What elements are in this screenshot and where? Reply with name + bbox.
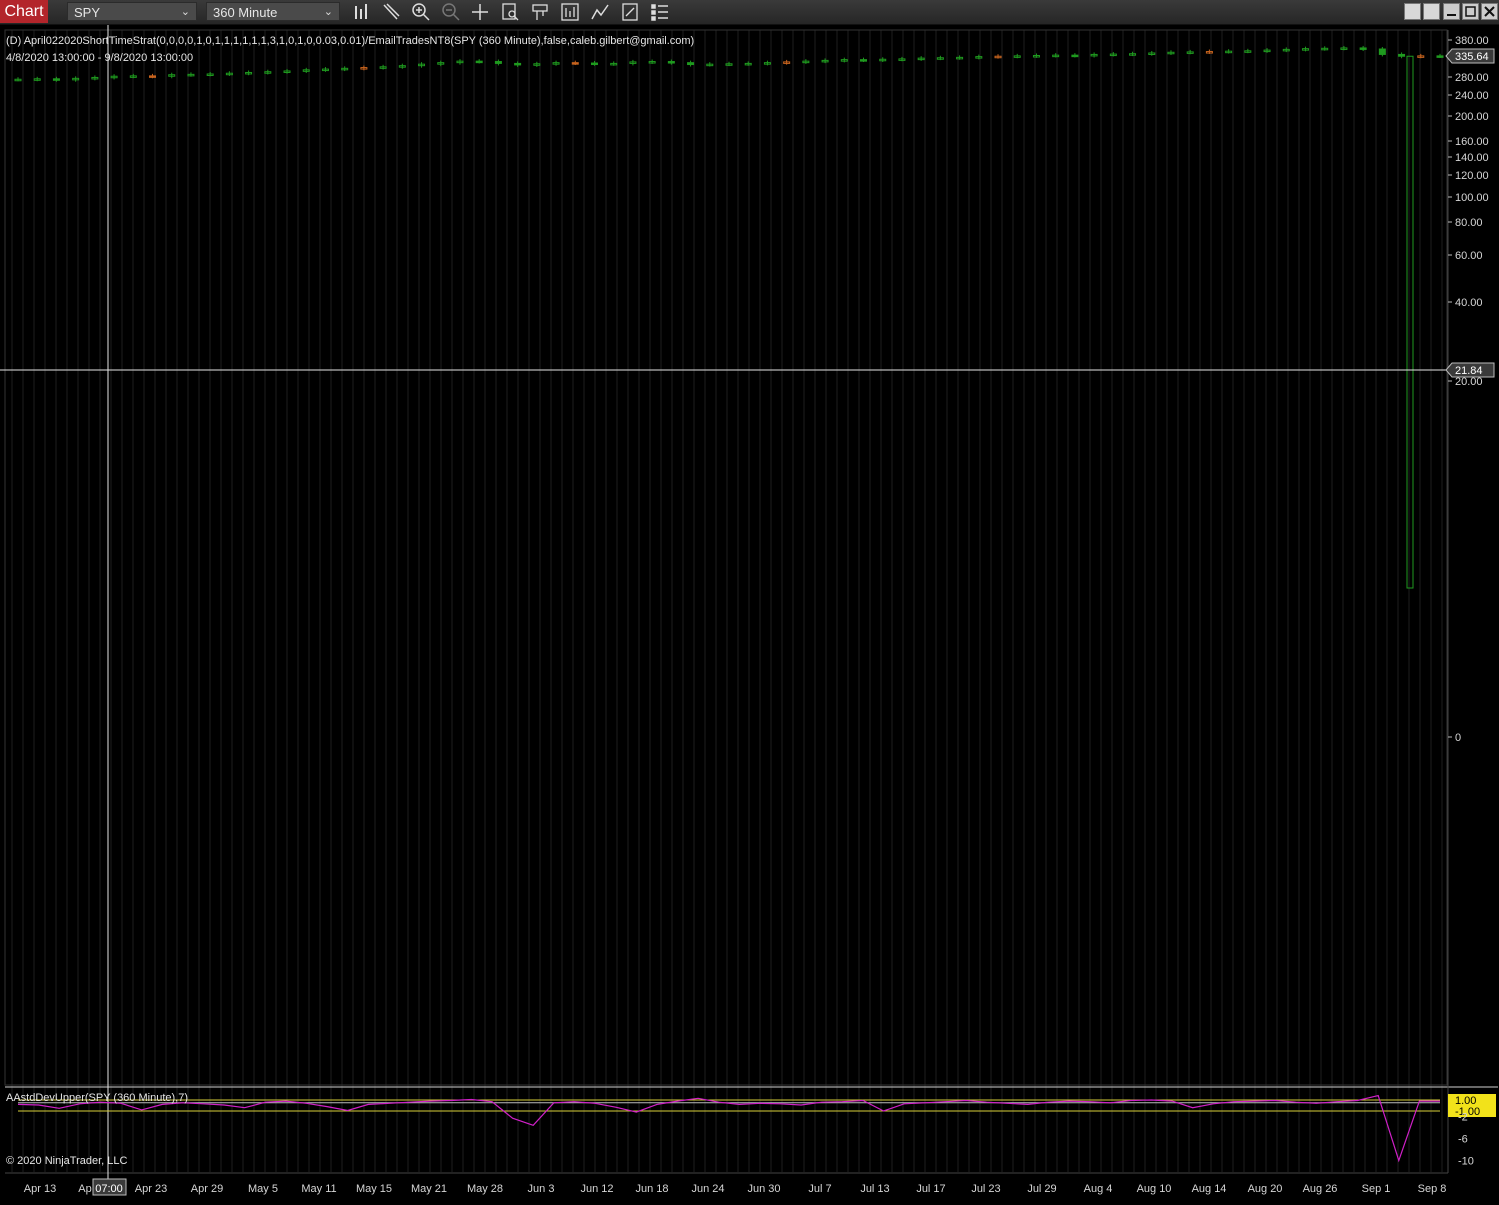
candle-body — [475, 60, 483, 64]
x-tick-label: Jul 29 — [1027, 1183, 1056, 1195]
indicator-y-label: -6 — [1458, 1134, 1468, 1146]
x-tick-label: Jul 23 — [971, 1183, 1000, 1195]
candle-body — [667, 61, 675, 64]
candle-body — [1378, 48, 1386, 55]
y-tick-label: 380.00 — [1455, 35, 1489, 47]
x-tick-label: Aug 14 — [1192, 1183, 1227, 1195]
templates-icon[interactable] — [649, 1, 671, 23]
date-range-label: 4/8/2020 13:00:00 - 9/8/2020 13:00:00 — [6, 52, 194, 64]
x-tick-label: Ap — [78, 1183, 91, 1195]
zoom-in-icon[interactable] — [410, 1, 432, 23]
chart-area[interactable]: 380.00 280.00 240.00 200.00 160.00 140.00 120.… — [0, 25, 1499, 1200]
indicator-y-label: -10 — [1458, 1156, 1474, 1168]
x-tick-label: Jun 24 — [691, 1183, 724, 1195]
maximize-icon[interactable] — [1423, 3, 1440, 20]
copyright-text: © 2020 NinjaTrader, LLC — [6, 1155, 128, 1167]
y-tick-label: 160.00 — [1455, 136, 1489, 148]
y-tick-label: 20.00 — [1455, 376, 1483, 388]
x-tick-label: Jun 3 — [528, 1183, 555, 1195]
candle-body — [590, 62, 598, 66]
x-tick-label: Aug 4 — [1084, 1183, 1113, 1195]
chart-tab[interactable]: Chart — [0, 0, 48, 23]
x-tick-label: Jul 13 — [860, 1183, 889, 1195]
candle-body — [1398, 53, 1406, 57]
x-tick-label: Jun 12 — [580, 1183, 613, 1195]
drawing-tools-icon[interactable] — [380, 1, 402, 23]
chart-toolbar: Chart SPY ⌄ 360 Minute ⌄ — [0, 0, 1499, 25]
x-tick-label: Apr 29 — [191, 1183, 223, 1195]
strategies-icon[interactable] — [559, 1, 581, 23]
x-tick-label: Apr 13 — [24, 1183, 56, 1195]
y-tick-label: 60.00 — [1455, 250, 1483, 262]
data-box-icon[interactable] — [499, 1, 521, 23]
bar-type-icon[interactable] — [351, 1, 373, 23]
indicators-icon[interactable] — [589, 1, 611, 23]
crosshair-icon[interactable] — [469, 1, 491, 23]
x-tick-label: Jun 18 — [635, 1183, 668, 1195]
y-tick-label: 140.00 — [1455, 152, 1489, 164]
interval-value: 360 Minute — [213, 5, 278, 20]
x-tick-label: May 11 — [301, 1183, 336, 1195]
instrument-selector[interactable]: SPY ⌄ — [67, 2, 197, 21]
x-tick-label: Sep 1 — [1362, 1183, 1391, 1195]
candle-body — [571, 62, 579, 65]
crosshair-time-flag: 07:00 — [95, 1183, 123, 1195]
y-tick-label: 280.00 — [1455, 72, 1489, 84]
x-tick-label: May 21 — [411, 1183, 447, 1195]
x-tick-label: Jul 17 — [916, 1183, 945, 1195]
crosshair-price-flag: 21.84 — [1455, 365, 1483, 377]
candle-body — [149, 75, 157, 78]
candle-body — [860, 59, 868, 62]
zoom-out-icon[interactable] — [440, 1, 462, 23]
candle-body — [687, 62, 695, 66]
instrument-value: SPY — [74, 5, 101, 20]
y-tick-label: 240.00 — [1455, 90, 1489, 102]
chevron-down-icon: ⌄ — [323, 6, 333, 18]
chevron-down-icon: ⌄ — [180, 6, 190, 18]
close-icon[interactable] — [1481, 3, 1498, 20]
candle-body — [514, 62, 522, 66]
restore-icon[interactable] — [1404, 3, 1421, 20]
outlier-bar — [1406, 55, 1414, 589]
indicator-line — [17, 1094, 1440, 1163]
candle-body — [1359, 47, 1367, 50]
y-tick-label: 200.00 — [1455, 111, 1489, 123]
y-tick-label: 100.00 — [1455, 192, 1489, 204]
y-tick-label: 0 — [1455, 732, 1461, 744]
x-tick-label: Apr 23 — [135, 1183, 167, 1195]
x-tick-label: Aug 10 — [1137, 1183, 1172, 1195]
last-price-flag: 335.64 — [1455, 51, 1489, 63]
x-tick-label: Jun 30 — [747, 1183, 780, 1195]
minimize-icon[interactable] — [1443, 3, 1460, 20]
candle-body — [1436, 55, 1444, 58]
x-tick-label: Aug 20 — [1248, 1183, 1283, 1195]
chart-trader-icon[interactable] — [529, 1, 551, 23]
x-tick-label: May 15 — [356, 1183, 392, 1195]
candle-body — [52, 78, 60, 81]
x-tick-label: Jul 7 — [808, 1183, 831, 1195]
indicator-y-label: -2 — [1458, 1112, 1468, 1124]
candle-body — [1071, 54, 1079, 58]
x-tick-label: May 28 — [467, 1183, 503, 1195]
x-tick-label: Aug 26 — [1303, 1183, 1338, 1195]
interval-selector[interactable]: 360 Minute ⌄ — [206, 2, 340, 21]
properties-icon[interactable] — [619, 1, 641, 23]
y-tick-label: 40.00 — [1455, 297, 1483, 309]
chart-canvas[interactable]: 380.00 280.00 240.00 200.00 160.00 140.00 120.… — [0, 25, 1499, 1200]
y-tick-label: 80.00 — [1455, 217, 1483, 229]
x-tick-label: May 5 — [248, 1183, 278, 1195]
maximize-box-icon[interactable] — [1462, 3, 1479, 20]
strategy-label: (D) April022020ShortTimeStrat(0,0,0,0,1,… — [6, 35, 695, 47]
indicator-label: AAstdDevUpper(SPY (360 Minute),7) — [6, 1092, 188, 1104]
x-tick-label: Sep 8 — [1418, 1183, 1447, 1195]
candle-body — [494, 61, 502, 64]
y-tick-label: 120.00 — [1455, 170, 1489, 182]
